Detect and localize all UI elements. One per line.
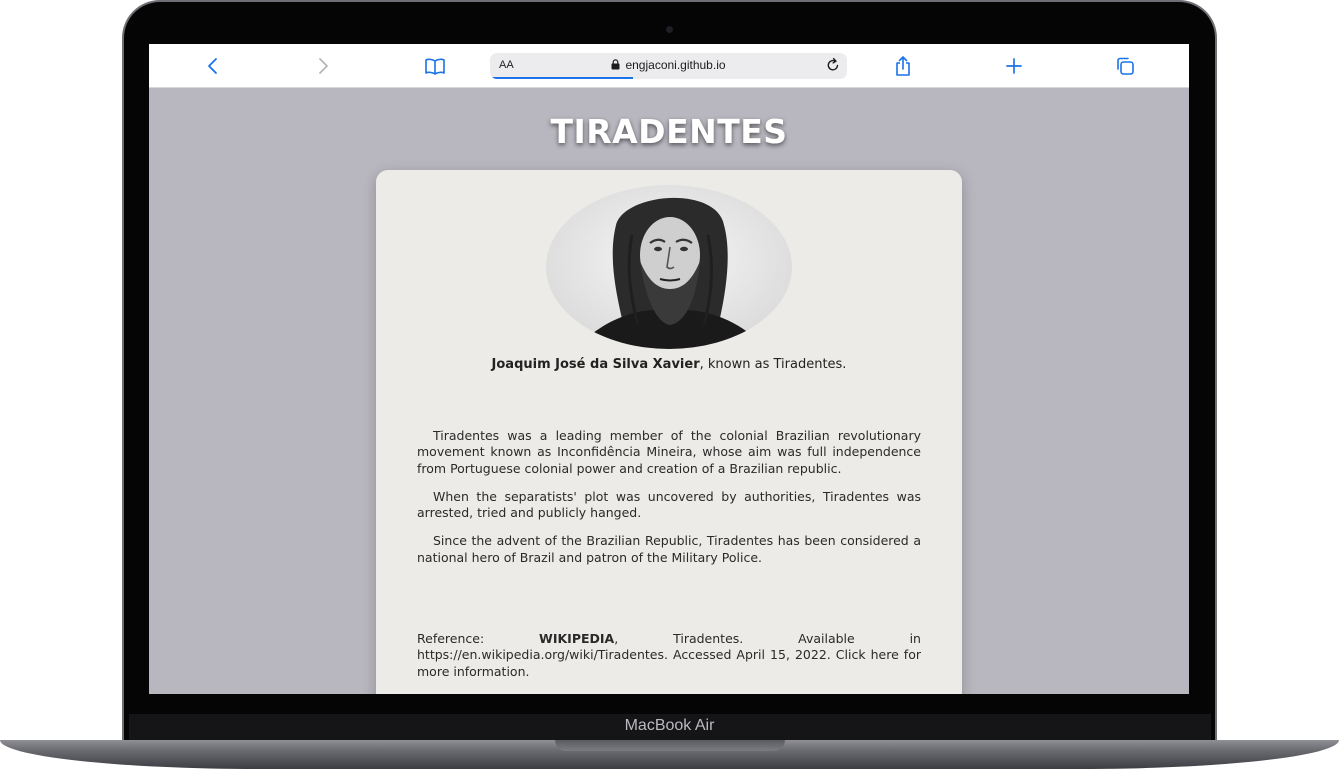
share-icon — [896, 56, 910, 76]
address-bar[interactable]: AA engjaconi.github.io — [490, 53, 847, 79]
camera-icon — [666, 26, 673, 33]
bio-paragraph: When the separatists' plot was uncovered… — [417, 488, 921, 521]
bookmarks-icon — [425, 58, 445, 75]
reference-note: Reference: WIKIPEDIA, Tiradentes. Availa… — [417, 631, 921, 680]
reference-source: WIKIPEDIA — [539, 631, 615, 646]
browser-toolbar: AA engjaconi.github.io — [149, 44, 1189, 88]
portrait-image — [546, 185, 792, 349]
forward-button[interactable] — [311, 54, 335, 78]
new-tab-button[interactable] — [1002, 54, 1026, 78]
biography: Tiradentes was a leading member of the c… — [417, 428, 921, 578]
forward-icon — [319, 58, 328, 74]
content-card: Joaquim José da Silva Xavier, known as T… — [376, 170, 962, 694]
caption-suffix: , known as Tiradentes. — [699, 357, 847, 372]
reload-icon[interactable] — [825, 57, 841, 73]
bio-paragraph: Since the advent of the Brazilian Republ… — [417, 533, 921, 565]
caption-name: Joaquim José da Silva Xavier — [491, 357, 700, 372]
bio-paragraph: Tiradentes was a leading member of the c… — [417, 428, 921, 476]
back-icon — [208, 58, 217, 74]
portrait-caption: Joaquim José da Silva Xavier, known as T… — [376, 357, 962, 372]
model-label: MacBook Air — [624, 717, 715, 734]
url-text: engjaconi.github.io — [625, 58, 726, 72]
back-button[interactable] — [201, 54, 225, 78]
load-progress-bar — [490, 77, 633, 79]
laptop-notch — [555, 740, 785, 751]
share-button[interactable] — [891, 54, 915, 78]
reference-prefix: Reference: — [417, 631, 540, 646]
new-tab-icon — [1006, 58, 1022, 74]
lock-icon — [611, 59, 620, 70]
bookmarks-button[interactable] — [423, 54, 447, 78]
url-display: engjaconi.github.io — [490, 58, 847, 72]
tabs-overview-button[interactable] — [1113, 54, 1137, 78]
page-title: TIRADENTES — [550, 112, 788, 151]
screen: AA engjaconi.github.io TIRADENTES Joaqui… — [149, 44, 1189, 694]
tabs-icon — [1117, 57, 1134, 75]
